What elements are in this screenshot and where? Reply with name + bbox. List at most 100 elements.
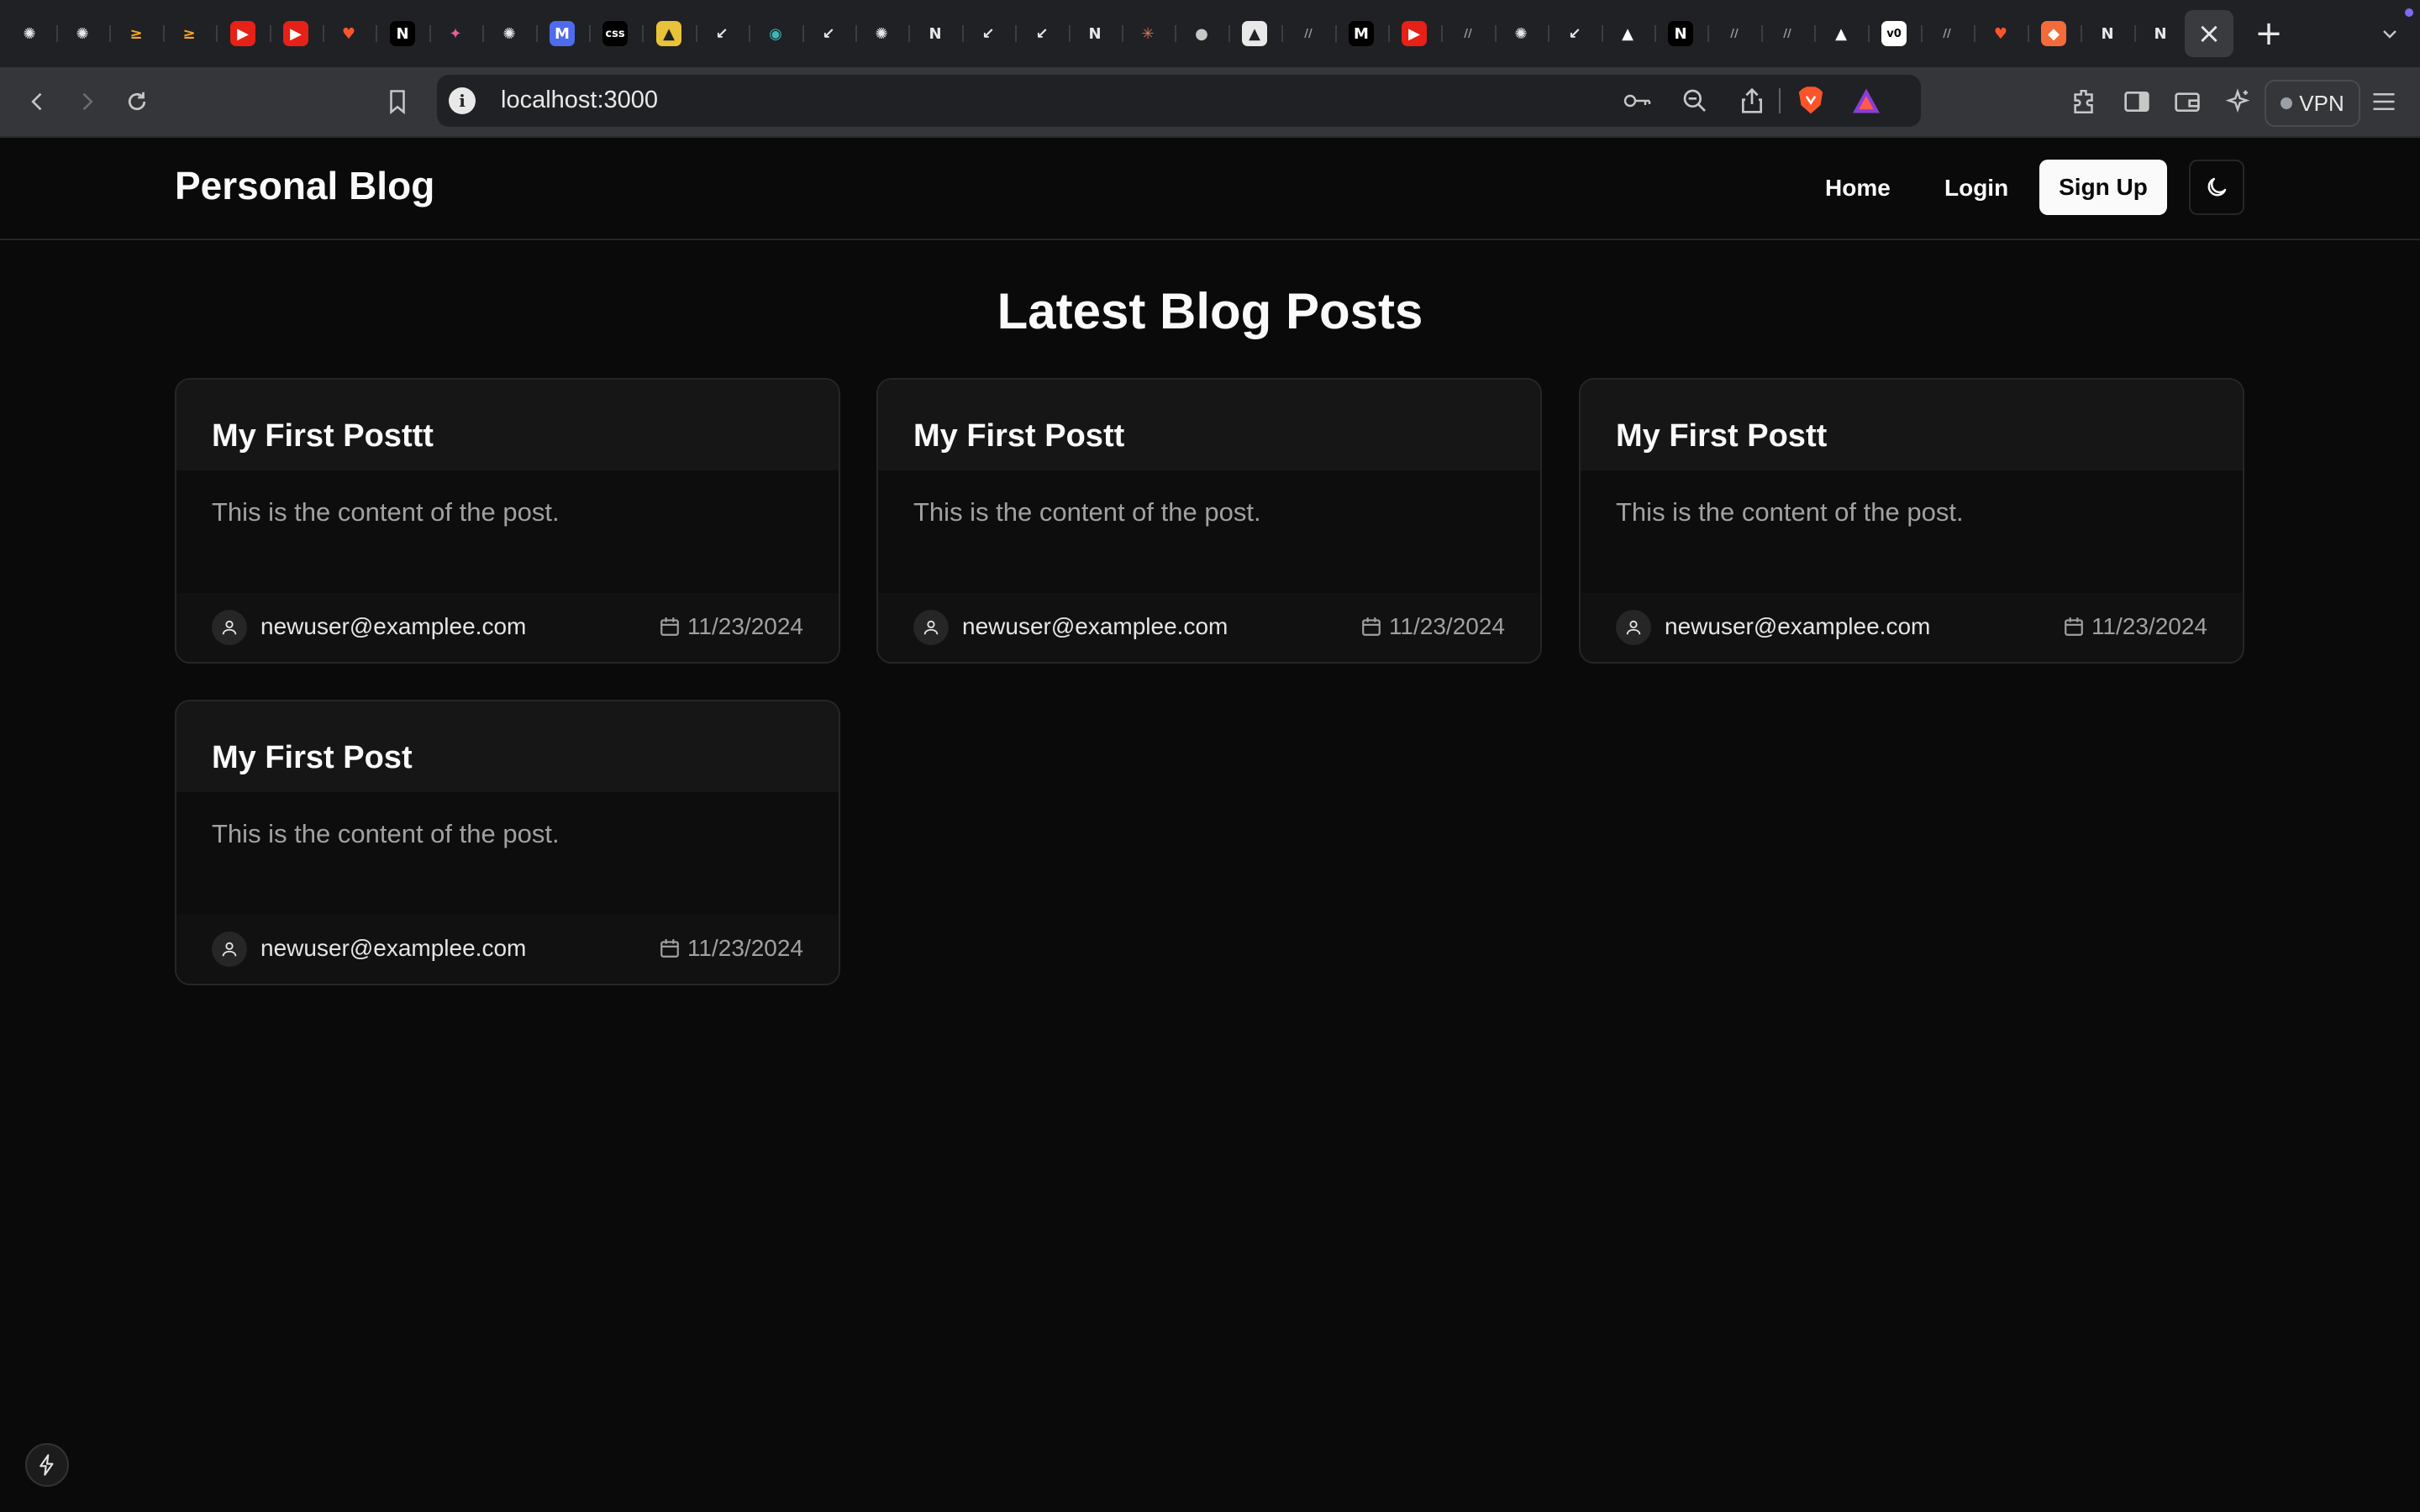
nav-home-link[interactable]: Home <box>1810 161 1906 215</box>
browser-tab[interactable]: ↙ <box>1018 10 1066 57</box>
forward-icon[interactable] <box>66 81 108 123</box>
browser-tab[interactable]: N <box>1656 10 1705 57</box>
browser-tab[interactable]: ♥ <box>1976 10 2025 57</box>
browser-tab[interactable]: ✺ <box>1497 10 1545 57</box>
browser-tab[interactable]: // <box>1763 10 1812 57</box>
address-bar[interactable]: i localhost:3000 <box>437 75 1921 127</box>
post-card-footer: newuser@examplee.com 11/23/2024 <box>1581 593 2243 662</box>
tab-separator <box>1175 25 1176 42</box>
browser-tab[interactable]: ↙ <box>964 10 1013 57</box>
browser-tab[interactable]: // <box>1710 10 1759 57</box>
theme-toggle-button[interactable] <box>2189 160 2244 215</box>
browser-tab[interactable]: ✦ <box>431 10 480 57</box>
calendar-icon <box>660 939 679 958</box>
tab-list-chevron-icon[interactable] <box>2366 10 2413 57</box>
notion-icon: N <box>2095 21 2120 46</box>
browser-tab[interactable]: ▲ <box>1817 10 1865 57</box>
browser-tab[interactable]: ▶ <box>271 10 320 57</box>
browser-tab[interactable]: ✺ <box>5 10 54 57</box>
browser-tab[interactable]: N <box>378 10 427 57</box>
leo-ai-icon[interactable] <box>2217 81 2259 123</box>
vpn-status-icon <box>2281 97 2293 109</box>
post-author: newuser@examplee.com <box>1665 613 1931 639</box>
site-info-icon[interactable]: i <box>449 87 476 114</box>
password-key-icon[interactable] <box>1620 83 1655 118</box>
browser-tab[interactable]: ≥ <box>112 10 160 57</box>
browser-tab[interactable]: css <box>591 10 639 57</box>
sidebar-icon[interactable] <box>2116 81 2158 123</box>
browser-tab[interactable]: ▲ <box>1603 10 1652 57</box>
browser-tab[interactable]: M <box>1337 10 1386 57</box>
browser-tab[interactable]: v0 <box>1870 10 1918 57</box>
vpn-button[interactable]: VPN <box>2265 80 2360 127</box>
browser-tab[interactable]: ♥ <box>324 10 373 57</box>
browser-tab[interactable]: // <box>1284 10 1333 57</box>
claude-icon: ✳ <box>1135 21 1160 46</box>
close-tab-icon[interactable]: × <box>2197 17 2222 50</box>
browser-tab[interactable]: // <box>1444 10 1492 57</box>
post-title[interactable]: My First Post <box>212 740 413 776</box>
tab-separator <box>376 25 377 42</box>
browser-tab[interactable]: ▲ <box>644 10 693 57</box>
wallet-icon[interactable] <box>2166 81 2208 123</box>
eye-icon: ◉ <box>763 21 788 46</box>
browser-tab[interactable]: ↙ <box>1550 10 1599 57</box>
share-icon[interactable] <box>1734 83 1770 118</box>
dev-tools-bolt-icon[interactable] <box>25 1443 69 1487</box>
browser-tab[interactable]: M <box>538 10 587 57</box>
address-url[interactable]: localhost:3000 <box>501 87 658 114</box>
menu-icon[interactable] <box>2363 81 2405 123</box>
post-card[interactable]: My First Postt This is the content of th… <box>1579 378 2244 664</box>
browser-tab[interactable]: ▶ <box>1390 10 1439 57</box>
brave-rewards-icon[interactable] <box>1849 83 1884 118</box>
browser-tab[interactable]: ≥ <box>165 10 213 57</box>
browser-tab[interactable]: ↙ <box>697 10 746 57</box>
post-title[interactable]: My First Posttt <box>212 418 434 454</box>
post-content: This is the content of the post. <box>212 497 560 527</box>
post-author: newuser@examplee.com <box>260 935 527 961</box>
zoom-out-icon[interactable] <box>1677 83 1712 118</box>
slash-icon: // <box>1722 21 1747 46</box>
browser-tab[interactable]: ◆ <box>2029 10 2078 57</box>
v0-icon: v0 <box>1881 21 1907 46</box>
post-card[interactable]: My First Posttt This is the content of t… <box>175 378 840 664</box>
browser-tab[interactable]: ↙ <box>804 10 853 57</box>
post-title[interactable]: My First Postt <box>913 418 1124 454</box>
post-card[interactable]: My First Postt This is the content of th… <box>876 378 1542 664</box>
user-icon <box>913 610 949 645</box>
post-title[interactable]: My First Postt <box>1616 418 1827 454</box>
new-tab-icon[interactable]: + <box>2245 10 2292 57</box>
browser-tab[interactable]: ✺ <box>485 10 534 57</box>
notion-icon: N <box>923 21 948 46</box>
active-tab[interactable]: × <box>2185 10 2233 57</box>
browser-tab[interactable]: N <box>1071 10 1119 57</box>
browser-tab[interactable]: ◉ <box>751 10 800 57</box>
tab-separator <box>109 25 111 42</box>
back-icon[interactable] <box>17 81 59 123</box>
aws-icon: ≥ <box>124 21 149 46</box>
user-icon <box>212 610 247 645</box>
signup-button[interactable]: Sign Up <box>2039 160 2167 215</box>
browser-tab[interactable]: N <box>2136 10 2185 57</box>
brave-shields-icon[interactable] <box>1793 83 1828 118</box>
moon-icon <box>2207 177 2227 197</box>
browser-tab[interactable]: ✺ <box>58 10 107 57</box>
browser-tab[interactable]: ▲ <box>1230 10 1279 57</box>
browser-tab[interactable]: ▶ <box>218 10 267 57</box>
nav-login-link[interactable]: Login <box>1929 161 2023 215</box>
browser-tab[interactable]: N <box>2083 10 2132 57</box>
extensions-icon[interactable] <box>2064 81 2106 123</box>
browser-tab[interactable]: N <box>911 10 960 57</box>
post-card[interactable]: My First Post This is the content of the… <box>175 700 840 985</box>
browser-tab[interactable]: ✳ <box>1123 10 1172 57</box>
kit-icon: ↙ <box>816 21 841 46</box>
bookmark-icon[interactable] <box>376 81 418 123</box>
vercel-icon: ▲ <box>1615 21 1640 46</box>
browser-tab[interactable]: // <box>1923 10 1971 57</box>
browser-tab[interactable]: ✺ <box>857 10 906 57</box>
openai-icon: ✺ <box>497 21 522 46</box>
reload-icon[interactable] <box>116 81 158 123</box>
browser-tab[interactable]: ● <box>1177 10 1226 57</box>
youtube-icon: ▶ <box>283 21 308 46</box>
brand-logo-text[interactable]: Personal Blog <box>175 163 434 208</box>
